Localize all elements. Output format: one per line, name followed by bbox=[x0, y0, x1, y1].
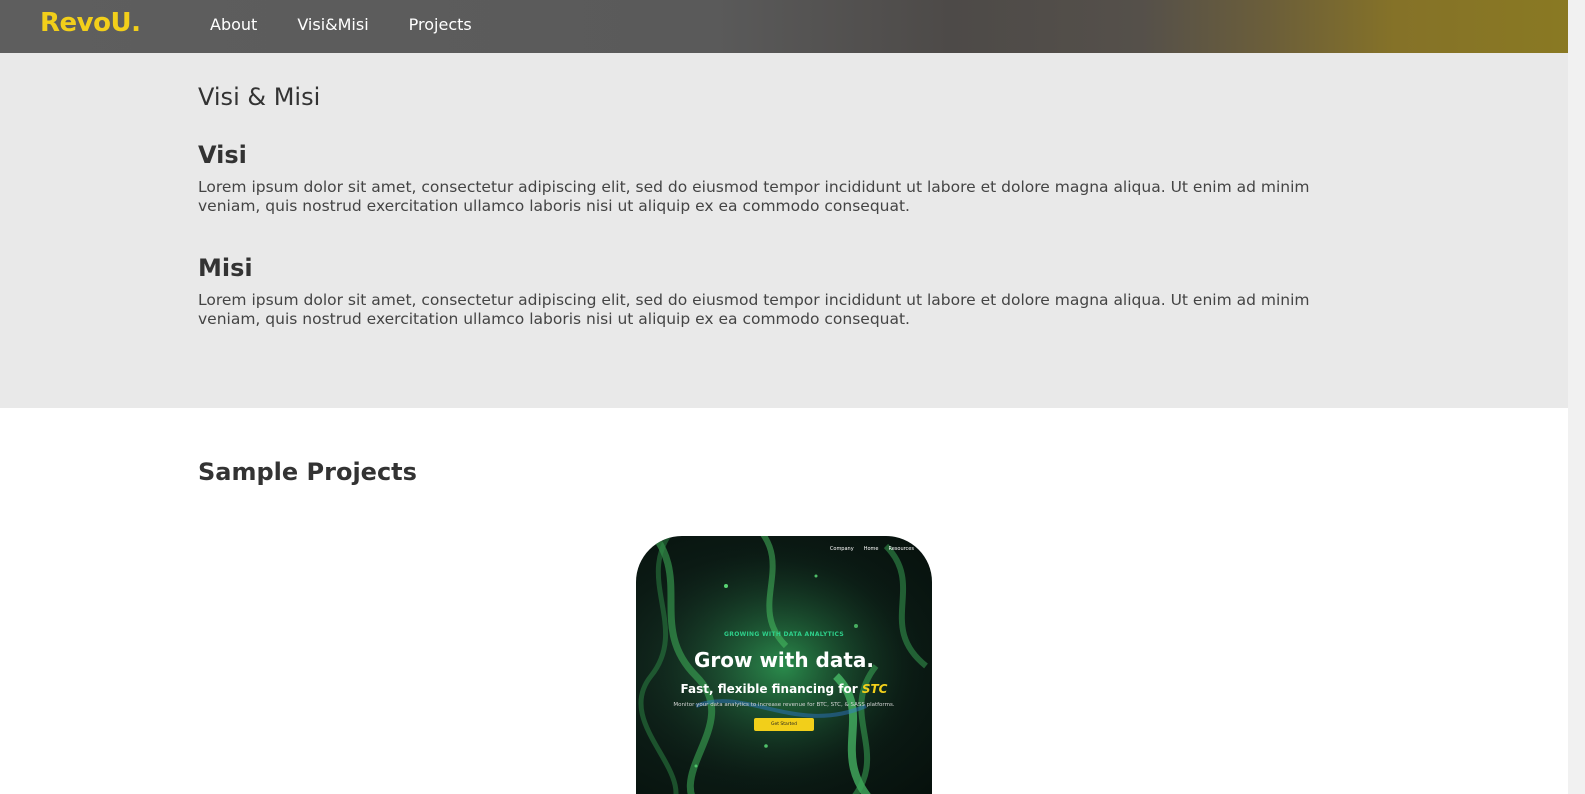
brand-logo[interactable]: RevoU. bbox=[40, 8, 141, 38]
card-headline: Grow with data. bbox=[693, 648, 875, 672]
card-sub-prefix: Fast, flexible financing for bbox=[680, 682, 862, 696]
nav-link-about[interactable]: About bbox=[210, 15, 257, 34]
misi-heading: Misi bbox=[198, 254, 253, 282]
misi-text: Lorem ipsum dolor sit amet, consectetur … bbox=[198, 291, 1310, 328]
card-nav-company: Company bbox=[829, 546, 854, 552]
card-nav-home: Home bbox=[863, 546, 879, 552]
nav-links: About Visi&Misi Projects bbox=[210, 15, 472, 34]
nav-link-visi-misi[interactable]: Visi&Misi bbox=[297, 15, 368, 34]
card-subheadline: Fast, flexible financing for STC bbox=[636, 682, 932, 696]
card-get-started-button: Get Started bbox=[754, 718, 814, 731]
navbar: RevoU. About Visi&Misi Projects bbox=[0, 0, 1585, 53]
card-eyebrow: GROWING WITH DATA ANALYTICS bbox=[724, 631, 844, 638]
visi-misi-title: Visi & Misi bbox=[198, 83, 321, 111]
projects-section: Sample Projects Company Home Resources G… bbox=[0, 408, 1568, 794]
projects-title: Sample Projects bbox=[198, 458, 417, 486]
nav-link-projects[interactable]: Projects bbox=[409, 15, 472, 34]
visi-text: Lorem ipsum dolor sit amet, consectetur … bbox=[198, 178, 1310, 215]
visi-misi-section: Visi & Misi Visi Lorem ipsum dolor sit a… bbox=[0, 53, 1568, 408]
visi-heading: Visi bbox=[198, 141, 247, 169]
card-description: Monitor your data analytics to increase … bbox=[673, 702, 895, 708]
project-card[interactable]: Company Home Resources GROWING WITH DATA… bbox=[636, 536, 932, 794]
card-nav-resources: Resources bbox=[888, 546, 914, 552]
card-sub-accent: STC bbox=[861, 682, 888, 696]
page-scrollbar[interactable] bbox=[1568, 0, 1585, 794]
card-nav: Company Home Resources bbox=[830, 546, 914, 552]
